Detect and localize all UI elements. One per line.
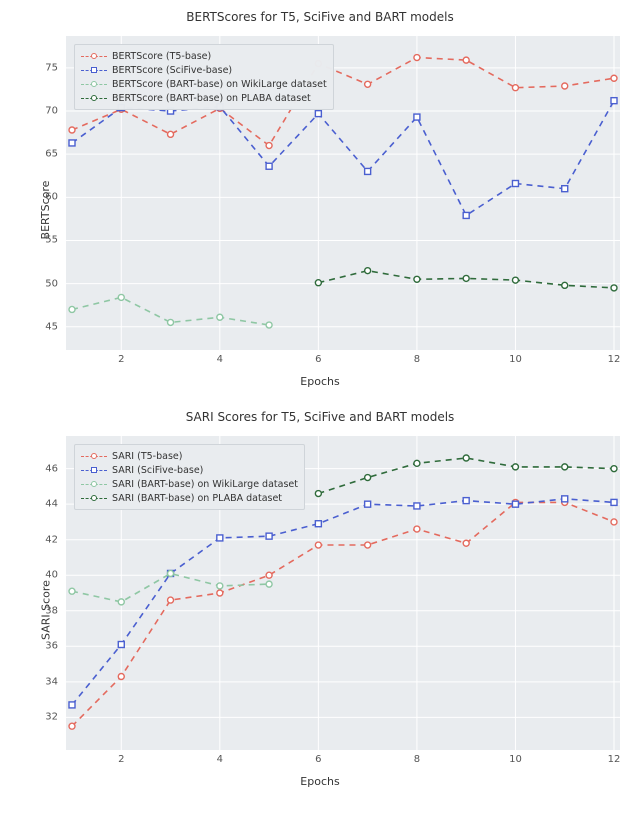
y-tick-label: 42 bbox=[45, 534, 58, 545]
chart-title: SARI Scores for T5, SciFive and BART mod… bbox=[10, 410, 630, 424]
legend-swatch bbox=[81, 93, 107, 103]
plot-area: BERTScore (T5-base) BERTScore (SciFive-ba… bbox=[66, 36, 620, 350]
legend-item: SARI (SciFive-base) bbox=[81, 463, 298, 477]
legend-swatch bbox=[81, 65, 107, 75]
x-tick-label: 12 bbox=[608, 754, 621, 765]
legend-item: SARI (BART-base) on WikiLarge dataset bbox=[81, 477, 298, 491]
x-tick-label: 8 bbox=[414, 754, 420, 765]
legend-label: SARI (BART-base) on WikiLarge dataset bbox=[112, 479, 298, 490]
legend-item: BERTScore (BART-base) on WikiLarge datas… bbox=[81, 77, 327, 91]
legend-label: BERTScore (T5-base) bbox=[112, 51, 211, 62]
x-axis-label: Epochs bbox=[300, 775, 339, 788]
x-tick-label: 6 bbox=[315, 754, 321, 765]
legend-label: BERTScore (BART-base) on WikiLarge datas… bbox=[112, 79, 327, 90]
x-tick-label: 4 bbox=[217, 354, 223, 365]
y-tick-label: 55 bbox=[45, 235, 58, 246]
x-tick-label: 2 bbox=[118, 754, 124, 765]
y-tick-label: 46 bbox=[45, 463, 58, 474]
plot-outer: BERTScore 45505560657075 BERTScore (T5-b… bbox=[10, 30, 630, 390]
y-ticks: 45 50 55 60 65 70 75 bbox=[10, 36, 62, 350]
x-tick-label: 10 bbox=[509, 754, 522, 765]
y-ticks: 32 34 36 38 40 42 44 46 bbox=[10, 436, 62, 750]
y-tick-label: 32 bbox=[45, 712, 58, 723]
legend-item: BERTScore (T5-base) bbox=[81, 49, 327, 63]
y-tick-label: 75 bbox=[45, 62, 58, 73]
y-tick-label: 60 bbox=[45, 192, 58, 203]
sari-chart: SARI Scores for T5, SciFive and BART mod… bbox=[10, 410, 630, 790]
legend-item: BERTScore (SciFive-base) bbox=[81, 63, 327, 77]
y-tick-label: 45 bbox=[45, 321, 58, 332]
legend-item: BERTScore (BART-base) on PLABA dataset bbox=[81, 91, 327, 105]
legend-label: BERTScore (SciFive-base) bbox=[112, 65, 232, 76]
x-tick-label: 4 bbox=[217, 754, 223, 765]
legend: BERTScore (T5-base) BERTScore (SciFive-ba… bbox=[74, 44, 334, 110]
x-ticks: 2 4 6 8 10 12 bbox=[66, 754, 620, 768]
legend-swatch bbox=[81, 51, 107, 61]
plot-area: SARI (T5-base) SARI (SciFive-base) SARI (B… bbox=[66, 436, 620, 750]
x-tick-label: 8 bbox=[414, 354, 420, 365]
y-tick-label: 40 bbox=[45, 570, 58, 581]
legend-swatch bbox=[81, 451, 107, 461]
y-tick-label: 65 bbox=[45, 149, 58, 160]
legend-swatch bbox=[81, 465, 107, 475]
legend-label: BERTScore (BART-base) on PLABA dataset bbox=[112, 93, 311, 104]
y-tick-label: 50 bbox=[45, 278, 58, 289]
legend-swatch bbox=[81, 79, 107, 89]
chart-title: BERTScores for T5, SciFive and BART mode… bbox=[10, 10, 630, 24]
legend-label: SARI (SciFive-base) bbox=[112, 465, 203, 476]
x-axis-label: Epochs bbox=[300, 375, 339, 388]
legend-item: SARI (T5-base) bbox=[81, 449, 298, 463]
legend-swatch bbox=[81, 479, 107, 489]
y-tick-label: 36 bbox=[45, 641, 58, 652]
legend-label: SARI (BART-base) on PLABA dataset bbox=[112, 493, 282, 504]
y-tick-label: 38 bbox=[45, 605, 58, 616]
y-tick-label: 34 bbox=[45, 676, 58, 687]
legend: SARI (T5-base) SARI (SciFive-base) SARI (B… bbox=[74, 444, 305, 510]
x-tick-label: 2 bbox=[118, 354, 124, 365]
x-tick-label: 6 bbox=[315, 354, 321, 365]
y-tick-label: 44 bbox=[45, 499, 58, 510]
x-ticks: 2 4 6 8 10 12 bbox=[66, 354, 620, 368]
plot-outer: SARI Score 3234363840424446 SARI (T5-bas… bbox=[10, 430, 630, 790]
legend-item: SARI (BART-base) on PLABA dataset bbox=[81, 491, 298, 505]
legend-label: SARI (T5-base) bbox=[112, 451, 182, 462]
x-tick-label: 10 bbox=[509, 354, 522, 365]
y-tick-label: 70 bbox=[45, 106, 58, 117]
bertscore-chart: BERTScores for T5, SciFive and BART mode… bbox=[10, 10, 630, 390]
x-tick-label: 12 bbox=[608, 354, 621, 365]
legend-swatch bbox=[81, 493, 107, 503]
